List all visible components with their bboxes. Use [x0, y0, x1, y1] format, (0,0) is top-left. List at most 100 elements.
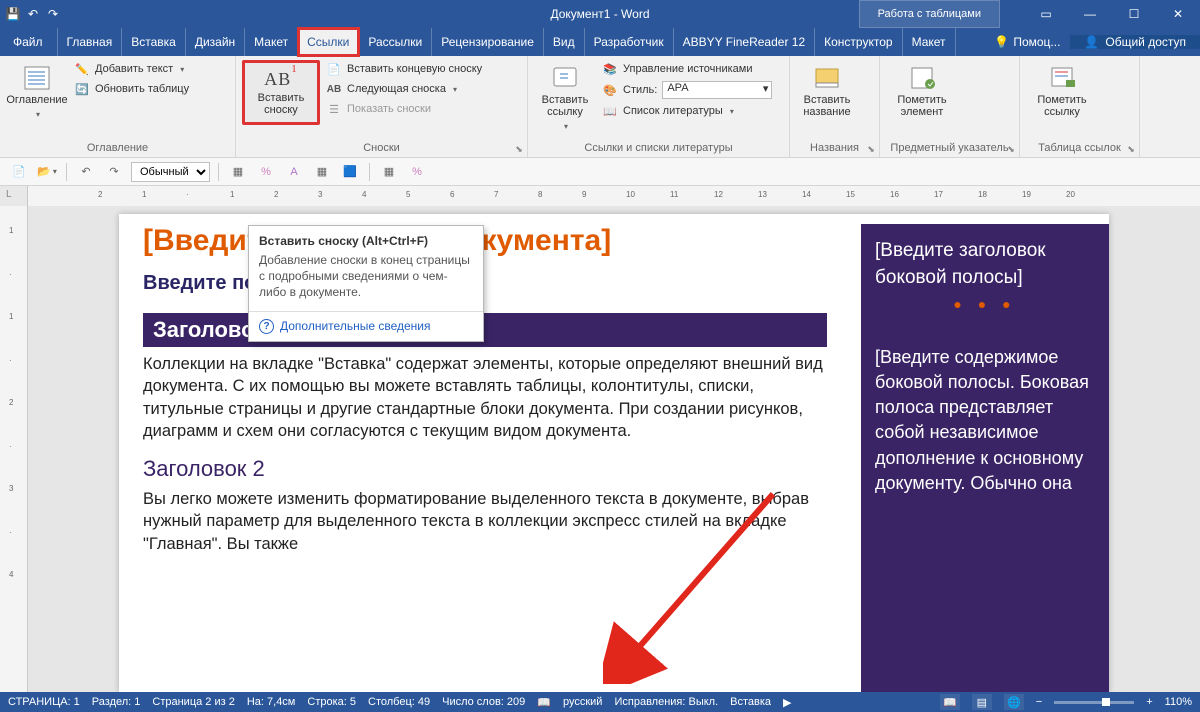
insert-endnote-button[interactable]: 📄Вставить концевую сноску: [324, 60, 484, 78]
manage-sources-button[interactable]: 📚Управление источниками: [600, 60, 774, 78]
status-at[interactable]: На: 7,4см: [247, 696, 296, 708]
captions-dialog-launcher[interactable]: ⬊: [865, 143, 877, 155]
add-text-button[interactable]: ✏️Добавить текст: [72, 60, 191, 78]
tb-icon-2[interactable]: %: [255, 162, 277, 182]
status-column[interactable]: Столбец: 49: [368, 696, 430, 708]
show-notes-icon: ☰: [326, 101, 342, 117]
tb-icon-4[interactable]: ▦: [311, 162, 333, 182]
tb-icon-6[interactable]: ▦: [378, 162, 400, 182]
sidebar-title[interactable]: [Введите заголовок боковой полосы]: [875, 238, 1095, 291]
save-icon[interactable]: 💾: [6, 7, 20, 21]
insert-caption-button[interactable]: Вставить название: [796, 60, 858, 118]
body-paragraph-1[interactable]: Коллекции на вкладке "Вставка" содержат …: [143, 353, 827, 442]
show-notes-button[interactable]: ☰Показать сноски: [324, 100, 484, 118]
undo-icon-2[interactable]: ↶: [75, 162, 97, 182]
status-line[interactable]: Строка: 5: [307, 696, 356, 708]
tab-layout[interactable]: Макет: [245, 28, 298, 56]
status-language[interactable]: русский: [563, 696, 602, 708]
tab-review[interactable]: Рецензирование: [432, 28, 544, 56]
paragraph-style-select[interactable]: Обычный: [131, 162, 210, 182]
zoom-level[interactable]: 110%: [1165, 696, 1192, 708]
sources-icon: 📚: [602, 61, 618, 77]
bibliography-button[interactable]: 📖Список литературы: [600, 102, 774, 120]
tab-table-layout[interactable]: Макет: [903, 28, 956, 56]
view-print-icon[interactable]: ▤: [972, 694, 992, 710]
heading-1[interactable]: Заголовок 1: [143, 313, 827, 347]
index-dialog-launcher[interactable]: ⬊: [1005, 143, 1017, 155]
sidebar-textbox[interactable]: [Введите заголовок боковой полосы] ● ● ●…: [861, 224, 1109, 692]
view-web-icon[interactable]: 🌐: [1004, 694, 1024, 710]
tab-design[interactable]: Дизайн: [186, 28, 245, 56]
tb-icon-3[interactable]: A: [283, 162, 305, 182]
status-page[interactable]: СТРАНИЦА: 1: [8, 696, 80, 708]
insert-footnote-tooltip: Вставить сноску (Alt+Ctrl+F) Добавление …: [248, 225, 484, 342]
sidebar-body[interactable]: [Введите содержимое боковой полосы. Боко…: [875, 345, 1095, 496]
zoom-in-button[interactable]: +: [1146, 696, 1152, 708]
status-track[interactable]: Исправления: Выкл.: [614, 696, 718, 708]
mark-entry-button[interactable]: Пометить элемент: [886, 60, 958, 118]
titlebar: 💾 ↶ ↷ Документ1 - Word Работа с таблицам…: [0, 0, 1200, 28]
document-subtitle[interactable]: Введите подзаголовок документа: [143, 272, 827, 295]
tab-view[interactable]: Вид: [544, 28, 585, 56]
tab-abbyy[interactable]: ABBYY FineReader 12: [674, 28, 816, 56]
status-insert[interactable]: Вставка: [730, 696, 771, 708]
tab-table-design[interactable]: Конструктор: [815, 28, 902, 56]
update-table-button[interactable]: 🔄Обновить таблицу: [72, 80, 191, 98]
share-button[interactable]: 👤Общий доступ: [1070, 35, 1200, 49]
ribbon-options-icon[interactable]: ▭: [1024, 0, 1068, 28]
tb-icon-5[interactable]: 🟦: [339, 162, 361, 182]
view-read-icon[interactable]: 📖: [940, 694, 960, 710]
vertical-ruler[interactable]: 1 · 1 · 2 · 3 · 4: [0, 206, 28, 692]
body-paragraph-2[interactable]: Вы легко можете изменить форматирование …: [143, 488, 827, 555]
insert-footnote-button[interactable]: AB1 Вставить сноску: [242, 60, 320, 125]
style-dropdown[interactable]: APA▾: [662, 81, 772, 99]
toc-button[interactable]: Оглавление: [6, 60, 68, 120]
maximize-icon[interactable]: ☐: [1112, 0, 1156, 28]
next-footnote-button[interactable]: ABСледующая сноска: [324, 80, 484, 98]
open-icon[interactable]: 📂: [36, 162, 58, 182]
status-pages[interactable]: Страница 2 из 2: [152, 696, 234, 708]
horizontal-ruler[interactable]: L 21·1234567891011121314151617181920: [0, 186, 1200, 206]
status-section[interactable]: Раздел: 1: [92, 696, 141, 708]
tab-mailings[interactable]: Рассылки: [359, 28, 432, 56]
heading-2[interactable]: Заголовок 2: [143, 456, 827, 482]
zoom-slider[interactable]: [1054, 701, 1134, 704]
group-toa: Пометить ссылку Таблица ссылок ⬊: [1020, 56, 1140, 157]
group-captions: Вставить название Названия ⬊: [790, 56, 880, 157]
document-title[interactable]: [Введите заголовок документа]: [143, 224, 827, 258]
tab-file[interactable]: Файл: [4, 28, 58, 56]
quick-toolbar: 📄 📂 ↶ ↷ Обычный ▦ % A ▦ 🟦 ▦ %: [0, 158, 1200, 186]
help-icon: ?: [259, 319, 274, 334]
new-doc-icon[interactable]: 📄: [8, 162, 30, 182]
tab-references[interactable]: Ссылки: [298, 28, 359, 56]
insert-citation-button[interactable]: Вставить ссылку: [534, 60, 596, 132]
zoom-out-button[interactable]: −: [1036, 696, 1042, 708]
minimize-icon[interactable]: —: [1068, 0, 1112, 28]
close-icon[interactable]: ✕: [1156, 0, 1200, 28]
footnotes-dialog-launcher[interactable]: ⬊: [513, 143, 525, 155]
status-proofing-icon[interactable]: 📖: [537, 696, 551, 709]
toa-dialog-launcher[interactable]: ⬊: [1125, 143, 1137, 155]
tooltip-more-link[interactable]: ? Дополнительные сведения: [249, 311, 483, 341]
chevron-down-icon: [34, 108, 40, 120]
redo-icon-2[interactable]: ↷: [103, 162, 125, 182]
tb-icon-7[interactable]: %: [406, 162, 428, 182]
status-words[interactable]: Число слов: 209: [442, 696, 525, 708]
group-index: Пометить элемент Предметный указатель ⬊: [880, 56, 1020, 157]
group-toc: Оглавление ✏️Добавить текст 🔄Обновить та…: [0, 56, 236, 157]
mark-citation-button[interactable]: Пометить ссылку: [1026, 60, 1098, 118]
undo-icon[interactable]: ↶: [26, 7, 40, 21]
next-footnote-icon: AB: [326, 81, 342, 97]
tb-icon-1[interactable]: ▦: [227, 162, 249, 182]
tab-insert[interactable]: Вставка: [122, 28, 186, 56]
citation-style-select[interactable]: 🎨 Стиль: APA▾: [600, 80, 774, 100]
toc-icon: [22, 64, 52, 92]
mark-entry-icon: [907, 64, 937, 92]
tab-developer[interactable]: Разработчик: [585, 28, 674, 56]
redo-icon[interactable]: ↷: [46, 7, 60, 21]
tab-home[interactable]: Главная: [58, 28, 123, 56]
status-macro-icon[interactable]: ▶: [783, 696, 791, 709]
window-title: Документ1 - Word: [550, 7, 649, 21]
help-button[interactable]: 💡Помоц...: [984, 35, 1070, 49]
ruler-corner: L: [0, 186, 28, 206]
